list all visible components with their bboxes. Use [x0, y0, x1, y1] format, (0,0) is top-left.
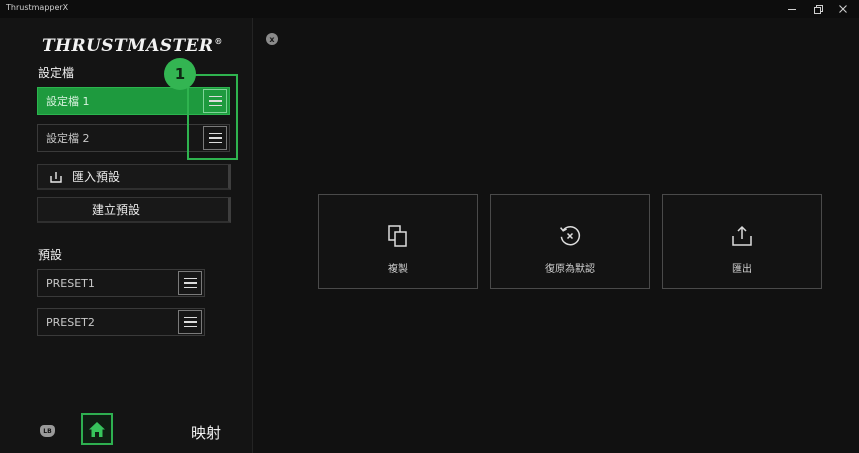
preset-label: PRESET1 [46, 276, 95, 290]
window-title: ThrustmapperX [6, 3, 69, 12]
logo-text: THRUSTMASTER [42, 36, 214, 56]
create-preset-label: 建立預設 [91, 203, 140, 217]
preset-item-2[interactable]: PRESET2 [37, 308, 205, 336]
restore-button[interactable] [805, 1, 831, 17]
export-icon [732, 225, 752, 246]
copy-icon [388, 225, 407, 247]
copy-label: 複製 [388, 264, 408, 275]
export-label: 匯出 [732, 264, 752, 275]
home-button[interactable] [81, 413, 113, 445]
restore-default-card[interactable]: 復原為默認 [490, 194, 650, 289]
restore-default-label: 復原為默認 [545, 264, 595, 275]
presets-heading: 預設 [38, 248, 63, 262]
profile-label: 設定檔 1 [46, 95, 90, 108]
minimize-icon [788, 8, 796, 10]
thrustmaster-logo: THRUSTMASTER® [42, 36, 223, 56]
lb-button-icon: LB [40, 425, 55, 437]
preset-menu-button[interactable] [178, 310, 202, 334]
minimize-button[interactable] [779, 1, 805, 17]
profile-label: 設定檔 2 [46, 132, 90, 145]
import-preset-button[interactable]: 匯入預設 [37, 164, 231, 190]
close-icon: x [269, 34, 275, 44]
profiles-heading: 設定檔 [38, 66, 75, 80]
import-icon [50, 171, 62, 183]
close-icon [839, 5, 847, 13]
export-card[interactable]: 匯出 [662, 194, 822, 289]
preset-label: PRESET2 [46, 315, 95, 329]
create-preset-button[interactable]: 建立預設 [37, 197, 231, 223]
close-window-button[interactable] [830, 1, 856, 17]
hamburger-icon [183, 277, 197, 280]
annotation-highlight-box [187, 74, 238, 160]
copy-card[interactable]: 複製 [318, 194, 478, 289]
logo-registered-mark: ® [214, 36, 223, 47]
close-panel-button[interactable]: x [266, 33, 278, 45]
mapping-label[interactable]: 映射 [191, 422, 221, 443]
home-icon [89, 421, 105, 437]
import-preset-label: 匯入預設 [72, 170, 121, 184]
hamburger-icon [183, 316, 197, 319]
restore-icon [813, 4, 823, 14]
preset-item-1[interactable]: PRESET1 [37, 269, 205, 297]
window-titlebar: ThrustmapperX [0, 0, 859, 18]
annotation-callout: 1 [164, 58, 196, 90]
preset-menu-button[interactable] [178, 271, 202, 295]
restore-default-icon [560, 225, 581, 246]
